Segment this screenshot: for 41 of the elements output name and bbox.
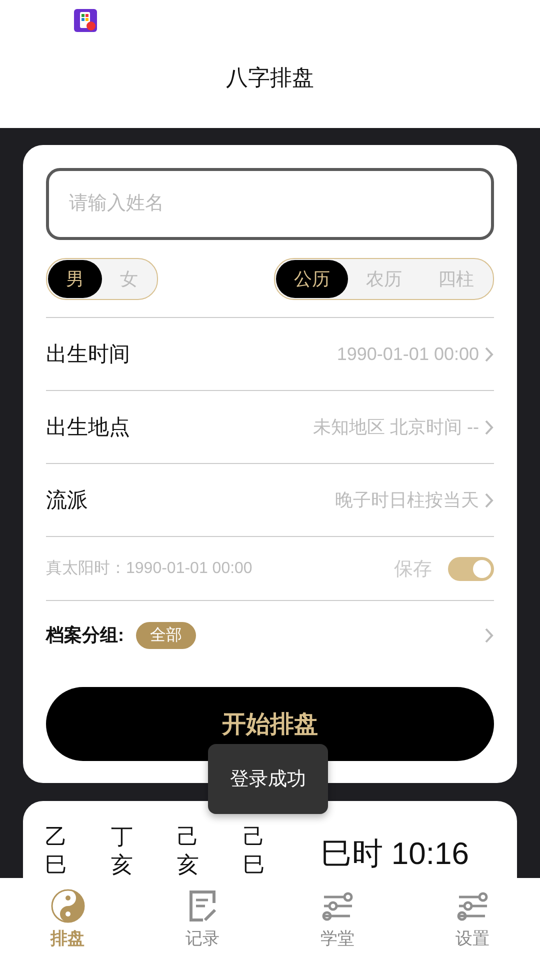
calendar-option[interactable]: 公历 [276,260,348,298]
row-label: 流派 [46,488,88,514]
nav-tab[interactable]: 设置 [405,878,540,960]
row-value[interactable]: 未知地区 北京时间 -- [313,415,479,439]
pillar-stem: 乙 [45,823,67,851]
row-label: 出生地点 [46,415,130,441]
sliders-icon [322,890,354,922]
pillar-branch: 亥 [111,851,133,878]
hour-text: 巳时 10:16 [320,835,469,873]
page-title: 八字排盘 [226,64,314,92]
chevron-icon[interactable] [485,492,494,508]
toast-message: 登录成功 [208,744,328,814]
pillar-branch: 亥 [177,851,199,878]
pillar-branch: 巳 [243,851,265,878]
gender-option[interactable]: 女 [102,260,156,298]
solar-time-text: 真太阳时：1990-01-01 00:00 [46,558,252,579]
start-button[interactable]: 开始排盘 [46,687,494,761]
row-value[interactable]: 1990-01-01 00:00 [336,344,479,364]
row-label: 出生时间 [46,342,130,368]
chevron-icon[interactable] [485,420,494,434]
yin-yang-icon [50,888,84,922]
save-toggle[interactable] [448,556,494,580]
pillar-branch: 巳 [45,851,67,878]
nav-tab[interactable]: 记录 [135,878,270,960]
sliders-icon [456,890,488,922]
pillar-stem: 己 [177,823,199,851]
gender-option[interactable]: 男 [48,260,102,298]
app-icon [74,8,97,32]
row-value[interactable]: 晚子时日柱按当天 [335,488,479,512]
name-field[interactable]: 请输入姓名 [46,168,494,240]
pillar-stem: 己 [243,823,265,851]
chevron-icon[interactable] [485,628,494,642]
calendar-option[interactable]: 农历 [348,260,420,298]
nav-tab[interactable]: 排盘 [0,878,135,960]
note-edit-icon [188,888,218,922]
chevron-icon[interactable] [485,346,494,362]
nav-tab[interactable]: 学堂 [270,878,405,960]
calendar-option[interactable]: 四柱 [420,260,492,298]
group-tag[interactable]: 全部 [136,622,196,648]
pillar-stem: 丁 [111,823,133,851]
group-label: 档案分组: [46,624,124,647]
